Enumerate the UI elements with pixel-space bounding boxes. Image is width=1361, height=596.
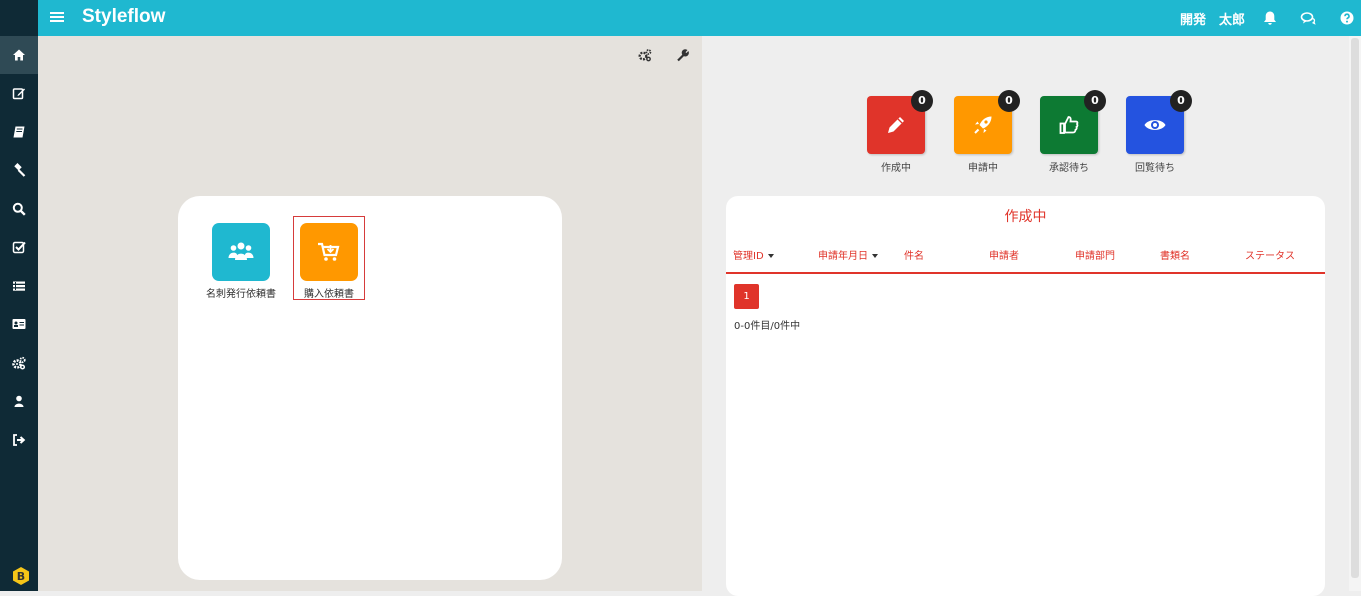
form-launcher-pane: 名刺発行依頼書 購入依頼書 — [38, 36, 702, 591]
document-list-card: 作成中 管理ID 申請年月日 件名 申請者 申請部門 書類名 ステータス 1 0… — [726, 196, 1325, 596]
sidebar — [0, 36, 38, 591]
home-icon — [13, 49, 25, 61]
sidebar-item-gavel[interactable] — [0, 151, 38, 189]
sidebar-item-cards[interactable] — [0, 305, 38, 343]
sidebar-item-book[interactable] — [0, 113, 38, 151]
brand-badge-icon[interactable]: B — [11, 566, 31, 586]
search-icon — [12, 202, 26, 216]
status-count-badge: 0 — [998, 90, 1020, 112]
help-icon[interactable] — [1339, 10, 1355, 26]
form-tile-icon-box — [300, 223, 358, 281]
sidebar-item-list[interactable] — [0, 267, 38, 305]
gears-icon — [12, 356, 26, 370]
sign-out-icon — [13, 434, 26, 446]
column-header-label: 管理ID — [733, 251, 764, 262]
sidebar-item-tasks[interactable] — [0, 228, 38, 266]
status-label: 回覧待ち — [1135, 163, 1175, 174]
sort-caret-icon — [767, 254, 774, 258]
users-icon — [228, 242, 254, 260]
column-header-label: 申請年月日 — [818, 251, 868, 262]
gavel-icon — [14, 163, 26, 177]
book-icon — [13, 126, 25, 138]
status-count-badge: 0 — [1170, 90, 1192, 112]
column-header-status[interactable]: ステータス — [1245, 247, 1295, 262]
brand-badge-label: B — [17, 570, 25, 583]
pencil-icon — [888, 117, 904, 133]
dashboard-pane: 0 作成中 0 申請中 0 承認待ち 0 回覧待ち 作成中 管理ID 申請年月日… — [702, 36, 1361, 596]
brand-logo[interactable]: Styleflow — [82, 6, 165, 28]
cart-icon — [318, 242, 340, 261]
edit-icon — [12, 88, 25, 100]
top-bar: Styleflow 開発 太郎 — [0, 0, 1361, 36]
status-count-badge: 0 — [911, 90, 933, 112]
status-tile-awaiting-approval[interactable]: 0 承認待ち — [1040, 90, 1106, 174]
form-tile-business-card[interactable]: 名刺発行依頼書 — [201, 221, 281, 300]
form-tile-label: 名刺発行依頼書 — [206, 289, 276, 300]
list-title: 作成中 — [1004, 209, 1047, 225]
status-tile-drafting[interactable]: 0 作成中 — [867, 90, 933, 174]
form-tile-label: 購入依頼書 — [304, 289, 354, 300]
list-icon — [13, 281, 25, 291]
result-count-text: 0-0件目/0件中 — [734, 321, 801, 332]
column-header-document[interactable]: 書類名 — [1160, 247, 1190, 262]
status-label: 承認待ち — [1049, 163, 1089, 174]
scrollbar-thumb[interactable] — [1351, 38, 1359, 578]
check-square-icon — [12, 241, 26, 254]
status-label: 申請中 — [968, 163, 998, 174]
pagination-page-button[interactable]: 1 — [734, 284, 759, 309]
column-header-id[interactable]: 管理ID — [733, 247, 774, 262]
sidebar-item-search[interactable] — [0, 190, 38, 228]
column-header-applicant[interactable]: 申請者 — [989, 247, 1019, 262]
column-header-subject[interactable]: 件名 — [904, 247, 924, 262]
status-tile-awaiting-circulation[interactable]: 0 回覧待ち — [1126, 90, 1192, 174]
user-icon — [14, 395, 24, 407]
chat-icon[interactable] — [1300, 10, 1316, 26]
sort-caret-icon — [872, 254, 878, 258]
top-bar-corner — [0, 0, 38, 36]
sidebar-item-edit[interactable] — [0, 74, 38, 112]
column-header-date[interactable]: 申請年月日 — [818, 247, 878, 262]
eye-icon — [1144, 120, 1166, 130]
form-card: 名刺発行依頼書 購入依頼書 — [178, 196, 562, 580]
cogs-icon[interactable] — [638, 48, 652, 62]
form-tile-purchase[interactable]: 購入依頼書 — [293, 216, 365, 300]
header-divider — [726, 272, 1325, 274]
sidebar-item-user[interactable] — [0, 382, 38, 420]
status-tile-applying[interactable]: 0 申請中 — [954, 90, 1020, 174]
sidebar-item-settings[interactable] — [0, 344, 38, 382]
bell-icon[interactable] — [1262, 10, 1278, 26]
status-count-badge: 0 — [1084, 90, 1106, 112]
thumbs-up-icon — [1059, 116, 1079, 134]
form-tile-icon-box — [212, 223, 270, 281]
rocket-icon — [974, 116, 992, 134]
column-header-department[interactable]: 申請部門 — [1075, 247, 1115, 262]
id-card-icon — [12, 319, 26, 329]
user-name[interactable]: 開発 太郎 — [1180, 9, 1245, 28]
sidebar-item-logout[interactable] — [0, 421, 38, 459]
hamburger-menu-button[interactable] — [50, 10, 66, 26]
wrench-icon[interactable] — [676, 48, 690, 62]
sidebar-item-home[interactable] — [0, 36, 38, 74]
status-label: 作成中 — [881, 163, 911, 174]
